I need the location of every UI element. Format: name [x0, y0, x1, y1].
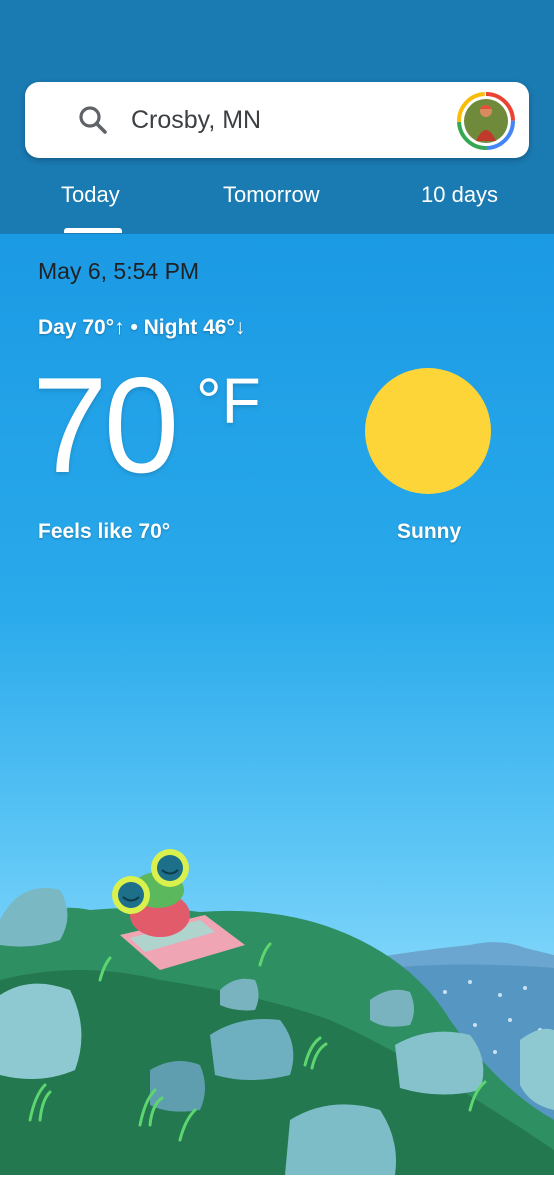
- weather-condition: Sunny: [397, 520, 462, 543]
- tab-tomorrow[interactable]: Tomorrow: [223, 182, 320, 208]
- tab-today[interactable]: Today: [61, 182, 120, 208]
- search-icon[interactable]: [77, 104, 109, 136]
- current-temperature: 70: [32, 349, 179, 501]
- tab-bar: Today Tomorrow 10 days: [0, 170, 554, 234]
- search-location-text[interactable]: Crosby, MN: [131, 106, 261, 135]
- header: Crosby, MN Today Tomorrow 10 days: [0, 0, 554, 234]
- sun-icon: [365, 368, 491, 494]
- tab-10-days[interactable]: 10 days: [421, 182, 498, 208]
- tab-selected-indicator: [64, 228, 122, 233]
- temperature-unit[interactable]: °F: [196, 364, 261, 438]
- day-night-temperatures: Day 70°↑ • Night 46°↓: [38, 316, 246, 339]
- avatar[interactable]: [456, 91, 516, 151]
- weather-app: Crosby, MN Today Tomorrow 10 days May 6,…: [0, 0, 554, 1175]
- search-bar[interactable]: Crosby, MN: [25, 82, 529, 158]
- feels-like: Feels like 70°: [38, 520, 171, 543]
- date-time: May 6, 5:54 PM: [38, 258, 200, 284]
- hillside-illustration: [0, 849, 554, 1175]
